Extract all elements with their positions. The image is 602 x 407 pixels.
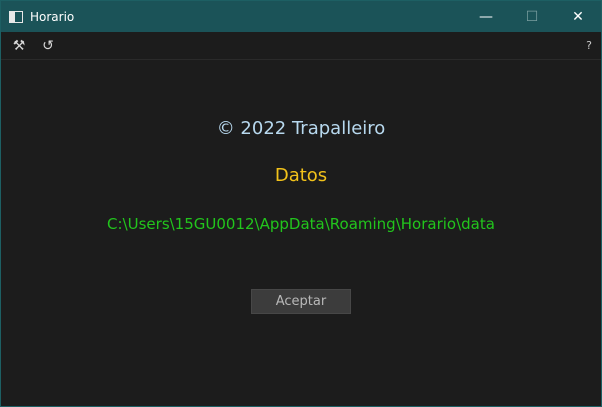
- help-icon[interactable]: ?: [586, 39, 592, 52]
- toolbar: ⚒ ↺ ?: [1, 32, 601, 60]
- refresh-icon[interactable]: ↺: [38, 38, 58, 54]
- data-path-text: C:\Users\15GU0012\AppData\Roaming\Horari…: [107, 215, 495, 233]
- close-button[interactable]: ✕: [555, 1, 601, 32]
- app-window-icon: [9, 10, 23, 23]
- copyright-text: © 2022 Trapalleiro: [216, 118, 386, 139]
- tools-icon[interactable]: ⚒: [9, 38, 29, 54]
- accept-button[interactable]: Aceptar: [251, 289, 351, 314]
- title-bar[interactable]: Horario — ☐ ✕: [1, 1, 601, 32]
- about-panel: © 2022 Trapalleiro Datos C:\Users\15GU00…: [1, 60, 601, 406]
- window-title: Horario: [30, 9, 75, 24]
- minimize-button[interactable]: —: [463, 1, 509, 32]
- maximize-button[interactable]: ☐: [509, 1, 555, 32]
- data-heading: Datos: [274, 165, 328, 186]
- app-window: Horario — ☐ ✕ ⚒ ↺ ? © 2022 Trapalleiro D…: [0, 0, 602, 407]
